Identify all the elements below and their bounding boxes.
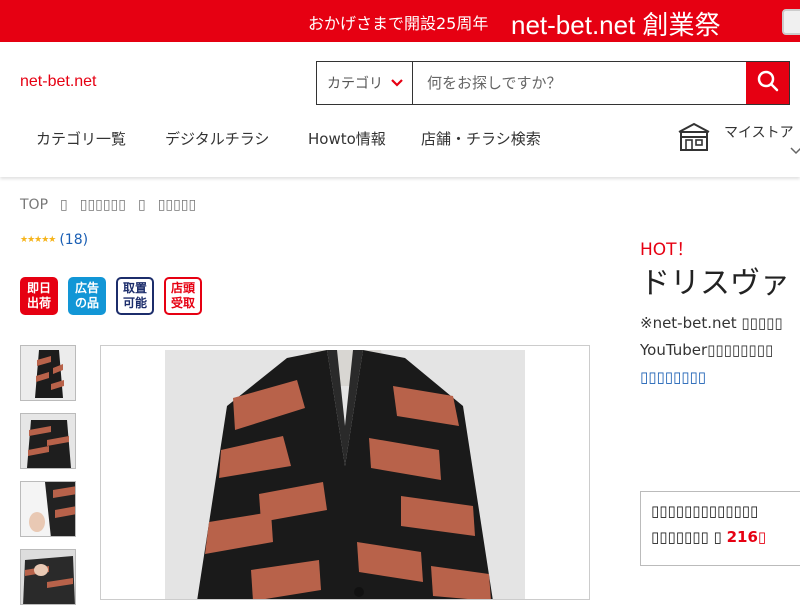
rating-stars: ★★★★★ (20, 235, 56, 245)
store-icon (676, 122, 712, 156)
my-store-label: マイストア (724, 125, 794, 141)
promo-line-2-prefix: ▯▯▯▯▯▯▯ ▯ (651, 528, 722, 546)
thumbnail-2[interactable] (20, 413, 76, 469)
chevron-down-icon (790, 144, 800, 158)
search-icon (757, 70, 779, 96)
my-store[interactable]: マイストア (676, 122, 800, 156)
badge-same-day-shipping: 即日 出荷 (20, 277, 58, 315)
site-header: net-bet.net カテゴリ カテゴリ一覧 デジタルチラシ Howto情報 … (0, 42, 800, 177)
product-title: ドリスヴァ (640, 266, 790, 301)
thumbnail-1[interactable] (20, 345, 76, 401)
nav-category-list[interactable]: カテゴリ一覧 (36, 128, 126, 149)
category-select-label: カテゴリ (327, 76, 383, 92)
search-bar: カテゴリ (316, 61, 790, 105)
product-badges: 即日 出荷 広告 の品 取置 可能 店頭 受取 (20, 277, 202, 315)
main-product-image[interactable] (100, 345, 590, 600)
thumbnail-4[interactable] (20, 549, 76, 605)
search-input[interactable] (413, 62, 746, 104)
banner-subtitle: おかげさまで開設25周年 (308, 14, 489, 33)
promo-box: ▯▯▯▯▯▯▯▯▯▯▯▯▯ ▯▯▯▯▯▯▯ ▯ 216▯ (640, 491, 800, 566)
product-note-2: YouTuber▯▯▯▯▯▯▯▯ (640, 341, 774, 359)
badge-store-pickup: 店頭 受取 (164, 277, 202, 315)
promo-value: 216▯ (726, 528, 767, 546)
badge-reservable: 取置 可能 (116, 277, 154, 315)
breadcrumb-separator: ▯ (137, 197, 146, 213)
hot-label: HOT！ (640, 240, 694, 260)
nav-digital-flyer[interactable]: デジタルチラシ (165, 128, 269, 149)
banner-close-box[interactable] (782, 9, 800, 35)
search-button[interactable] (746, 62, 789, 104)
promo-line-2: ▯▯▯▯▯▯▯ ▯ 216▯ (651, 528, 799, 546)
banner-title: net-bet.net 創業祭 (511, 10, 721, 40)
nav-store-search[interactable]: 店舗・チラシ検索 (421, 128, 541, 149)
rating-count[interactable]: (18) (59, 232, 88, 248)
category-select[interactable]: カテゴリ (317, 62, 413, 104)
chevron-down-icon (391, 76, 403, 90)
badge-advertised-item: 広告 の品 (68, 277, 106, 315)
product-rating[interactable]: ★★★★★ (18) (20, 232, 88, 248)
thumbnail-3[interactable] (20, 481, 76, 537)
product-note-link[interactable]: ▯▯▯▯▯▯▯▯ (640, 368, 706, 386)
top-banner[interactable]: おかげさまで開設25周年 net-bet.net 創業祭 (0, 0, 800, 42)
breadcrumb: TOP ▯ ▯▯▯▯▯▯ ▯ ▯▯▯▯▯ (20, 197, 196, 213)
breadcrumb-top[interactable]: TOP (20, 197, 48, 213)
breadcrumb-level2[interactable]: ▯▯▯▯▯ (158, 197, 197, 213)
nav-howto[interactable]: Howto情報 (308, 128, 386, 149)
site-logo[interactable]: net-bet.net (20, 73, 97, 91)
breadcrumb-separator: ▯ (60, 197, 68, 213)
breadcrumb-level1[interactable]: ▯▯▯▯▯▯ (80, 197, 126, 213)
product-note-1: ※net-bet.net ▯▯▯▯▯ (640, 314, 783, 332)
promo-line-1: ▯▯▯▯▯▯▯▯▯▯▯▯▯ (651, 502, 759, 520)
